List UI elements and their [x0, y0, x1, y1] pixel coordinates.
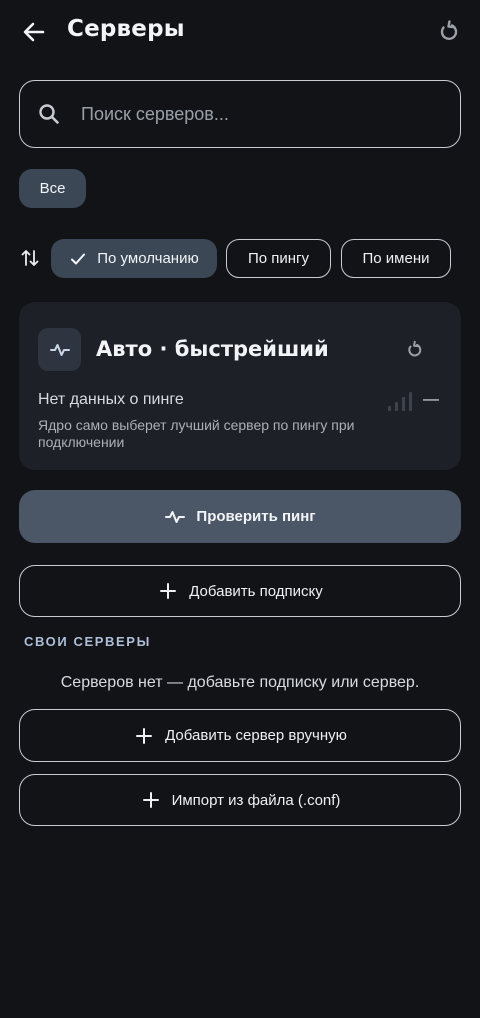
refresh-button[interactable]	[434, 19, 460, 45]
auto-card-title: Авто · быстрейший	[96, 337, 329, 361]
activity-icon	[164, 506, 186, 528]
search-box[interactable]	[19, 80, 461, 148]
filter-chip-all[interactable]: Все	[19, 169, 86, 208]
add-server-manual-button[interactable]: Добавить сервер вручную	[19, 709, 461, 762]
import-file-button[interactable]: Импорт из файла (.conf)	[19, 774, 461, 826]
page-title: Серверы	[67, 16, 185, 42]
plus-icon	[140, 789, 162, 811]
sort-option-default[interactable]: По умолчанию	[51, 239, 217, 278]
activity-icon	[49, 339, 71, 361]
check-ping-label: Проверить пинг	[196, 508, 316, 525]
check-icon	[69, 250, 87, 268]
sort-icon	[20, 248, 40, 268]
auto-refresh-button[interactable]	[403, 340, 423, 360]
add-subscription-button[interactable]: Добавить подписку	[19, 565, 461, 617]
auto-card-description: Ядро само выберет лучший сервер по пингу…	[38, 417, 355, 450]
search-icon	[38, 103, 60, 125]
auto-fastest-card[interactable]: Авто · быстрейший Нет данных о пинге — Я…	[19, 302, 461, 470]
check-ping-button[interactable]: Проверить пинг	[19, 490, 461, 543]
add-subscription-label: Добавить подписку	[189, 582, 323, 600]
back-button[interactable]	[20, 18, 48, 46]
auto-icon-box	[38, 328, 81, 371]
signal-bars-icon	[387, 390, 413, 412]
section-title-own-servers: СВОИ СЕРВЕРЫ	[24, 634, 151, 649]
sort-option-label: По пингу	[247, 250, 310, 267]
sort-option-label: По имени	[362, 250, 430, 267]
filter-chip-label: Все	[39, 180, 66, 197]
plus-icon	[157, 580, 179, 602]
search-input[interactable]	[81, 97, 441, 131]
arrow-left-icon	[20, 18, 48, 46]
import-file-label: Импорт из файла (.conf)	[171, 791, 341, 809]
empty-state-text: Серверов нет — добавьте подписку или сер…	[60, 674, 420, 691]
plus-icon	[133, 725, 155, 747]
sort-option-label: По умолчанию	[97, 250, 199, 267]
ping-value: —	[423, 391, 439, 408]
add-server-manual-label: Добавить сервер вручную	[165, 727, 347, 744]
ping-status-text: Нет данных о пинге	[38, 391, 184, 408]
sort-option-ping[interactable]: По пингу	[226, 239, 331, 278]
refresh-icon	[434, 19, 460, 45]
sort-option-name[interactable]: По имени	[341, 239, 451, 278]
refresh-icon	[403, 340, 423, 360]
